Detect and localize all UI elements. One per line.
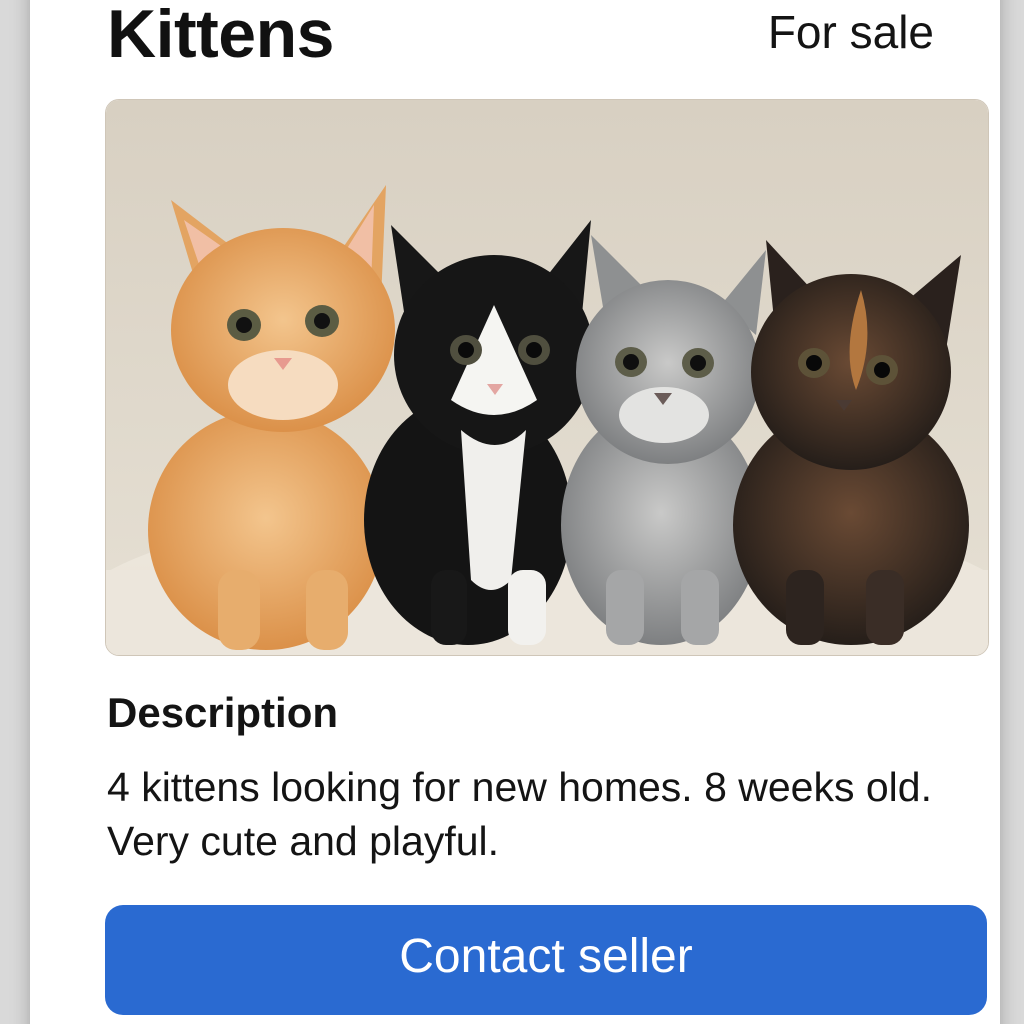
description-text: 4 kittens looking for new homes. 8 weeks…: [107, 764, 932, 864]
status-label: For sale: [767, 6, 934, 58]
listing-card: Kittens For sale Description 4 kittens l…: [30, 0, 1000, 1024]
contact-seller-button[interactable]: Contact seller: [105, 905, 987, 1015]
kittens-photo[interactable]: [105, 99, 989, 656]
listing-title: Kittens: [107, 0, 334, 72]
description-heading: Description: [107, 689, 339, 736]
kittens-illustration: [106, 100, 988, 655]
